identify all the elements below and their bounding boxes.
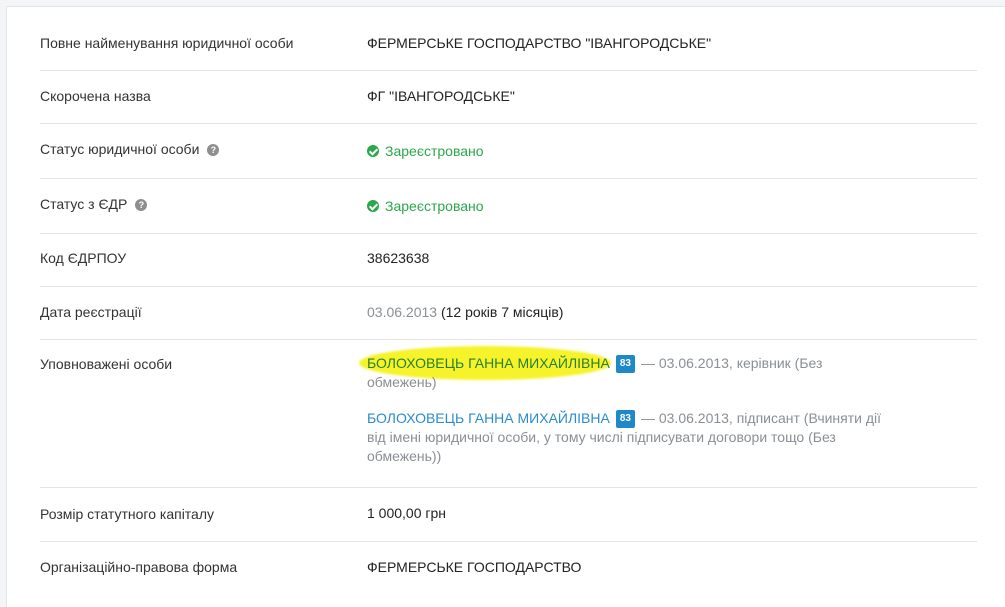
- edrpou-value: 38623638: [367, 250, 430, 266]
- legal-status-value-group: Зареєстровано: [367, 143, 484, 159]
- edr-status-label-group: Статус з ЄДР?: [40, 196, 148, 212]
- capital-value: 1 000,00 грн: [367, 505, 447, 521]
- row-edrpou: Код ЄДРПОУ 38623638: [40, 233, 977, 287]
- short-name-label: Скорочена назва: [40, 88, 151, 104]
- edrpou-label: Код ЄДРПОУ: [40, 250, 127, 266]
- legal-status-value: Зареєстровано: [385, 143, 484, 159]
- person-details: — 03.06.2013, керівник (Без: [640, 355, 823, 371]
- row-edr-status: Статус з ЄДР? Зареєстровано: [40, 178, 977, 234]
- row-capital: Розмір статутного капіталу 1 000,00 грн: [40, 487, 977, 542]
- full-name-label: Повне найменування юридичної особи: [40, 35, 294, 51]
- help-icon[interactable]: ?: [207, 144, 220, 156]
- full-name-value: ФЕРМЕРСЬКЕ ГОСПОДАРСТВО "ІВАНГОРОДСЬКЕ": [367, 35, 712, 51]
- row-authorized-persons: Уповноважені особи БОЛОХОВЕЦЬ ГАННА МИХА…: [40, 339, 977, 488]
- person-details-cont: від імені юридичної особи, у тому числі …: [367, 429, 836, 445]
- row-short-name: Скорочена назва ФГ "ІВАНГОРОДСЬКЕ": [40, 70, 977, 124]
- registration-date: 03.06.2013: [367, 304, 438, 320]
- legal-form-value: ФЕРМЕРСЬКЕ ГОСПОДАРСТВО: [367, 559, 582, 575]
- legal-form-label: Організаційно-правова форма: [40, 559, 238, 575]
- company-info-card: Повне найменування юридичної особи ФЕРМЕ…: [6, 6, 1005, 607]
- person-details-cont: обмежень): [367, 374, 437, 390]
- legal-status-label: Статус юридичної особи: [40, 141, 200, 157]
- row-registration-date: Дата реєстрації 03.06.2013 (12 років 7 м…: [40, 286, 977, 340]
- person-details-cont: обмежень)): [367, 448, 442, 464]
- help-icon[interactable]: ?: [135, 199, 148, 211]
- person-badge[interactable]: 83: [615, 410, 635, 428]
- check-circle-icon: [367, 200, 379, 212]
- short-name-value: ФГ "ІВАНГОРОДСЬКЕ": [367, 88, 515, 104]
- person-name-link[interactable]: БОЛОХОВЕЦЬ ГАННА МИХАЙЛІВНА: [367, 410, 610, 426]
- check-circle-icon: [367, 145, 379, 157]
- edr-status-value-group: Зареєстровано: [367, 198, 484, 214]
- capital-label: Розмір статутного капіталу: [40, 506, 215, 522]
- registration-duration: (12 років 7 місяців): [440, 304, 564, 320]
- legal-status-label-group: Статус юридичної особи?: [40, 141, 220, 157]
- authorized-person-2: БОЛОХОВЕЦЬ ГАННА МИХАЙЛІВНА 83 — 03.06.201…: [367, 409, 887, 466]
- row-legal-status: Статус юридичної особи? Зареєстровано: [40, 123, 977, 179]
- row-legal-form: Організаційно-правова форма ФЕРМЕРСЬКЕ Г…: [40, 541, 977, 596]
- authorized-person-1: БОЛОХОВЕЦЬ ГАННА МИХАЙЛІВНА 83 — 03.06.201…: [359, 346, 887, 392]
- authorized-persons-label: Уповноважені особи: [40, 356, 173, 372]
- edr-status-value: Зареєстровано: [385, 198, 484, 214]
- person-badge[interactable]: 83: [615, 355, 635, 373]
- registration-date-label: Дата реєстрації: [40, 304, 142, 320]
- edr-status-label: Статус з ЄДР: [40, 196, 128, 212]
- registration-date-value-group: 03.06.2013 (12 років 7 місяців): [367, 304, 563, 320]
- person-details: — 03.06.2013, підписант (Вчиняти дії: [640, 410, 882, 426]
- person-name-link[interactable]: БОЛОХОВЕЦЬ ГАННА МИХАЙЛІВНА: [367, 355, 610, 371]
- row-full-name: Повне найменування юридичної особи ФЕРМЕ…: [40, 17, 977, 71]
